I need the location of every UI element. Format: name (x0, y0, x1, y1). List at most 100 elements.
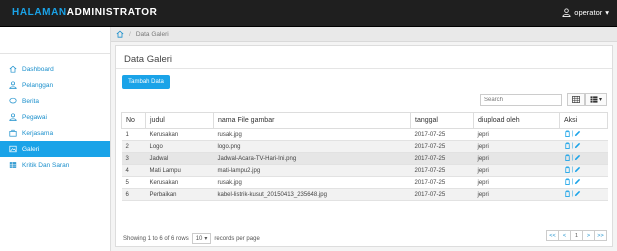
delete-icon[interactable] (564, 190, 571, 197)
cell-filename: mati-lampu2.jpg (213, 164, 411, 177)
delete-icon[interactable] (564, 166, 571, 173)
image-icon (9, 145, 17, 153)
cell-judul: Logo (145, 140, 214, 153)
action-separator: | (571, 142, 574, 149)
table-row: 6 Perbaikan kabel-listrik-kusut_20150413… (121, 188, 608, 201)
sidebar-item-label: Pelanggan (22, 81, 54, 89)
sidebar-item-dashboard[interactable]: Dashboard (0, 61, 110, 77)
cell-no: 2 (121, 140, 146, 153)
sidebar-item-label: Kritik Dan Saran (22, 161, 70, 169)
cell-judul: Perbaikan (145, 188, 214, 201)
sidebar-item-galeri[interactable]: Galeri (0, 141, 110, 157)
breadcrumb-current: Data Galeri (135, 30, 169, 38)
cell-date: 2017-07-25 (410, 128, 474, 141)
delete-icon[interactable] (564, 130, 571, 137)
column-header[interactable]: Aksi (559, 112, 608, 129)
column-header[interactable]: judul (145, 112, 214, 129)
column-header[interactable]: diupload oleh (473, 112, 560, 129)
breadcrumb-separator: / (129, 30, 131, 38)
home-icon[interactable] (116, 30, 124, 38)
cell-date: 2017-07-25 (410, 164, 474, 177)
cell-filename: rusak.jpg (213, 128, 411, 141)
sidebar-item-kerjasama[interactable]: Kerjasama (0, 125, 110, 141)
cell-judul: Kerusakan (145, 128, 214, 141)
cell-judul: Jadwal (145, 152, 214, 165)
cell-actions: | (559, 152, 608, 165)
cell-actions: | (559, 140, 608, 153)
edit-icon[interactable] (574, 166, 581, 173)
cell-date: 2017-07-25 (410, 176, 474, 189)
toggle-view-button[interactable] (567, 93, 585, 106)
delete-icon[interactable] (564, 178, 571, 185)
edit-icon[interactable] (574, 190, 581, 197)
cell-filename: rusak.jpg (213, 176, 411, 189)
delete-icon[interactable] (564, 142, 571, 149)
rows-summary: Showing 1 to 6 of 6 rows (123, 235, 189, 242)
sidebar-header (0, 27, 110, 54)
cell-uploader: jepri (473, 176, 560, 189)
sidebar-item-pelanggan[interactable]: Pelanggan (0, 77, 110, 93)
sidebar-item-berita[interactable]: Berita (0, 93, 110, 109)
cell-no: 3 (121, 152, 146, 165)
search-input[interactable] (480, 94, 562, 106)
last-page-button[interactable]: >> (594, 230, 607, 241)
pagination-info: Showing 1 to 6 of 6 rows 10 ▾ records per… (123, 233, 260, 244)
cell-uploader: jepri (473, 164, 560, 177)
cell-uploader: jepri (473, 128, 560, 141)
cell-judul: Kerusakan (145, 176, 214, 189)
page-size-dropdown[interactable]: 10 ▾ (191, 233, 212, 244)
page-title: Data Galeri (124, 54, 173, 65)
action-separator: | (571, 178, 574, 185)
columns-dropdown-button[interactable]: ▾ (585, 93, 607, 106)
column-header[interactable]: tanggal (410, 112, 474, 129)
sidebar-item-label: Galeri (22, 145, 40, 153)
sidebar-item-pegawai[interactable]: Pegawai (0, 109, 110, 125)
breadcrumb: / Data Galeri (111, 27, 617, 42)
add-data-button[interactable]: Tambah Data (122, 75, 170, 89)
action-separator: | (571, 130, 574, 137)
sidebar-item-label: Dashboard (22, 65, 54, 73)
brand-highlight: HALAMAN (12, 7, 67, 18)
action-separator: | (571, 166, 574, 173)
table-row: 1 Kerusakan rusak.jpg 2017-07-25 jepri | (121, 128, 608, 141)
cell-date: 2017-07-25 (410, 140, 474, 153)
edit-icon[interactable] (574, 130, 581, 137)
user-menu[interactable]: operator ▾ (562, 8, 609, 17)
sidebar: Dashboard Pelanggan Berita Pegawai Kerja… (0, 27, 111, 251)
table-row: 2 Logo logo.png 2017-07-25 jepri | (121, 140, 608, 153)
cell-no: 1 (121, 128, 146, 141)
page-size-value: 10 (195, 235, 203, 242)
home-icon (9, 65, 17, 73)
sidebar-item-label: Pegawai (22, 113, 47, 121)
cell-actions: | (559, 176, 608, 189)
caret-down-icon: ▾ (204, 236, 208, 242)
table-header-row: No judul nama File gambar tanggal diuplo… (121, 112, 608, 129)
delete-icon[interactable] (564, 154, 571, 161)
pagination: << < 1 > >> (546, 230, 607, 241)
table-row: 5 Kerusakan rusak.jpg 2017-07-25 jepri | (121, 176, 608, 189)
briefcase-icon (9, 129, 17, 137)
cell-actions: | (559, 188, 608, 201)
caret-down-icon: ▾ (605, 8, 609, 17)
cell-uploader: jepri (473, 152, 560, 165)
edit-icon[interactable] (574, 142, 581, 149)
cell-date: 2017-07-25 (410, 188, 474, 201)
brand-logo[interactable]: HALAMANADMINISTRATOR (12, 7, 158, 18)
cell-filename: Jadwal-Acara-TV-Hari-Ini.png (213, 152, 411, 165)
grid-view-icon (572, 96, 580, 103)
column-header[interactable]: No (121, 112, 146, 129)
action-separator: | (571, 190, 574, 197)
edit-icon[interactable] (574, 178, 581, 185)
divider (116, 68, 612, 69)
cell-uploader: jepri (473, 140, 560, 153)
edit-icon[interactable] (574, 154, 581, 161)
bubble-icon (9, 97, 17, 105)
column-header[interactable]: nama File gambar (213, 112, 411, 129)
cell-filename: kabel-listrik-kusut_20150413_235648.jpg (213, 188, 411, 201)
cell-no: 4 (121, 164, 146, 177)
sidebar-item-kritik-dan-saran[interactable]: Kritik Dan Saran (0, 157, 110, 173)
columns-icon (590, 96, 598, 103)
cell-filename: logo.png (213, 140, 411, 153)
table-icon (9, 161, 17, 169)
cell-no: 6 (121, 188, 146, 201)
